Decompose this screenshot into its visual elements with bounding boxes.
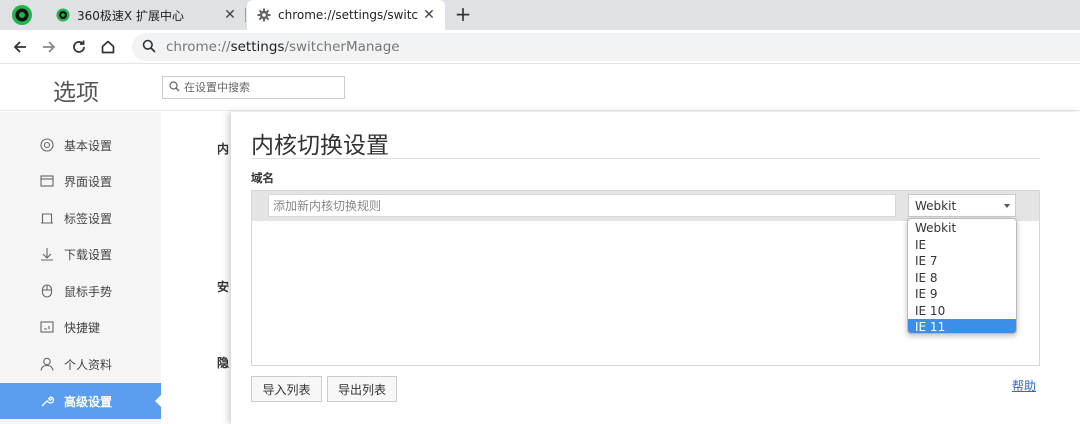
mouse-icon <box>39 284 54 299</box>
sidebar: 基本设置 界面设置 标签设置 下载设置 鼠标手势 快捷键 个人资料 高级设置 <box>0 112 161 424</box>
home-icon[interactable] <box>97 36 119 58</box>
person-icon <box>39 357 54 372</box>
reload-icon[interactable] <box>68 36 90 58</box>
target-icon <box>39 138 54 153</box>
core-option[interactable]: IE 8 <box>908 270 1016 287</box>
tab-title: chrome://settings/switcher <box>278 8 418 22</box>
window-icon <box>39 174 54 189</box>
core-select-value: Webkit <box>915 198 957 213</box>
forward-icon[interactable] <box>38 36 60 58</box>
sidebar-item-basic[interactable]: 基本设置 <box>0 127 161 163</box>
keyboard-icon <box>39 320 54 335</box>
core-option[interactable]: IE 9 <box>908 286 1016 303</box>
browser-toolbar: chrome://settings/switcherManage <box>0 30 1080 64</box>
browser-logo-icon[interactable] <box>10 4 34 26</box>
sidebar-item-label: 标签设置 <box>64 211 113 226</box>
export-button[interactable]: 导出列表 <box>327 376 397 402</box>
sidebar-item-mouse-gestures[interactable]: 鼠标手势 <box>0 273 161 309</box>
sidebar-item-shortcuts[interactable]: 快捷键 <box>0 309 161 345</box>
search-icon <box>169 80 180 95</box>
sidebar-item-profile[interactable]: 个人资料 <box>0 346 161 382</box>
close-icon[interactable]: ✕ <box>222 7 238 23</box>
sidebar-item-label: 基本设置 <box>64 138 113 153</box>
url-path: /switcherManage <box>284 39 400 55</box>
download-icon <box>39 247 54 262</box>
dialog-title: 内核切换设置 <box>251 133 389 159</box>
sidebar-item-label: 高级设置 <box>64 394 113 409</box>
settings-search[interactable] <box>162 76 345 99</box>
sidebar-item-interface[interactable]: 界面设置 <box>0 163 161 199</box>
tab-settings[interactable]: chrome://settings/switcher ✕ <box>247 0 445 30</box>
sidebar-item-label: 个人资料 <box>64 357 113 372</box>
sidebar-item-label: 鼠标手势 <box>64 284 113 299</box>
search-icon <box>142 38 156 57</box>
sidebar-item-label: 下载设置 <box>64 247 113 262</box>
section-label: 隐 <box>217 356 230 370</box>
url-text: chrome://settings/switcherManage <box>166 39 400 55</box>
core-option[interactable]: IE 10 <box>908 303 1016 320</box>
core-option[interactable]: Webkit <box>908 220 1016 237</box>
chevron-down-icon <box>1004 204 1010 208</box>
core-option[interactable]: IE <box>908 237 1016 254</box>
section-label: 安 <box>217 280 230 294</box>
import-button[interactable]: 导入列表 <box>251 376 322 402</box>
new-tab-icon[interactable]: + <box>452 3 474 25</box>
section-label: 内 <box>217 142 230 156</box>
new-rule-input[interactable] <box>268 194 896 217</box>
page-title: 选项 <box>53 80 99 106</box>
rules-header: Webkit <box>252 191 1039 221</box>
search-input[interactable] <box>184 81 334 94</box>
core-dropdown: Webkit IE IE 7 IE 8 IE 9 IE 10 IE 11 <box>907 218 1017 334</box>
tab-icon <box>39 211 54 226</box>
sidebar-item-downloads[interactable]: 下载设置 <box>0 236 161 272</box>
sidebar-item-label: 快捷键 <box>64 320 101 335</box>
wrench-icon <box>39 394 54 409</box>
settings-header: 选项 <box>0 64 1080 111</box>
tab-title: 360极速X 扩展中心 <box>77 8 184 23</box>
sidebar-item-label: 界面设置 <box>64 174 113 189</box>
url-host: settings <box>230 39 285 55</box>
sidebar-item-tabs[interactable]: 标签设置 <box>0 200 161 236</box>
divider <box>251 158 1040 159</box>
green-circle-icon <box>56 8 70 22</box>
domain-label: 域名 <box>251 171 274 185</box>
tab-strip: 360极速X 扩展中心 ✕ chrome://settings/switc ✕ … <box>0 0 1080 30</box>
kernel-switch-dialog: 内核切换设置 域名 Webkit Webkit IE IE 7 IE 8 IE … <box>231 112 1080 424</box>
address-bar[interactable]: chrome://settings/switcherManage <box>132 33 1080 61</box>
back-icon[interactable] <box>9 36 31 58</box>
tab-extensions[interactable]: 360极速X 扩展中心 ✕ <box>46 0 246 30</box>
sidebar-item-advanced[interactable]: 高级设置 <box>0 383 161 419</box>
gear-icon <box>257 8 271 22</box>
close-icon[interactable]: ✕ <box>421 7 437 23</box>
help-link[interactable]: 帮助 <box>1012 377 1036 394</box>
core-option-highlighted[interactable]: IE 11 <box>908 319 1016 333</box>
core-select[interactable]: Webkit <box>908 194 1016 217</box>
url-scheme: chrome:// <box>166 39 231 55</box>
core-option[interactable]: IE 7 <box>908 253 1016 270</box>
